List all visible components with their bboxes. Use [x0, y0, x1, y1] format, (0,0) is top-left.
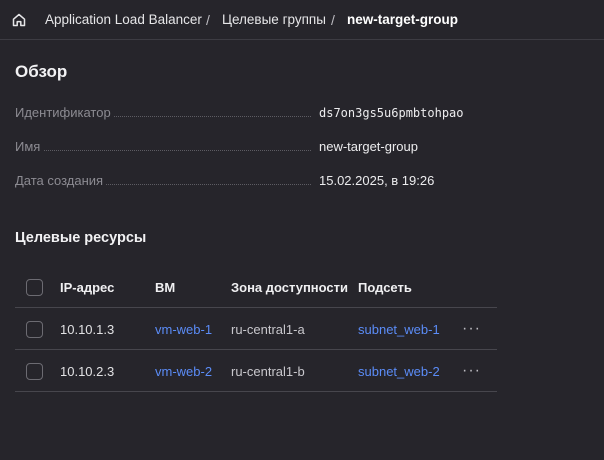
more-icon[interactable]: ···: [462, 321, 481, 337]
table-header-row: IP-адрес ВМ Зона доступности Подсеть: [15, 266, 497, 308]
property-value-created: 15.02.2025, в 19:26: [319, 173, 435, 188]
home-icon[interactable]: [10, 11, 28, 29]
breadcrumb-current: new-target-group: [347, 12, 458, 27]
column-header-zone[interactable]: Зона доступности: [231, 266, 348, 308]
dotted-leader: [15, 150, 311, 151]
column-header-vm[interactable]: ВМ: [155, 266, 175, 308]
table-row: 10.10.1.3 vm-web-1 ru-central1-a subnet_…: [15, 308, 497, 350]
row-checkbox[interactable]: [26, 320, 43, 338]
row-checkbox[interactable]: [26, 362, 43, 380]
header-bar: Application Load Balancer / Целевые груп…: [0, 0, 604, 40]
property-value-id: ds7on3gs5u6pmbtohpao: [319, 106, 464, 120]
property-row-created: Дата создания: [15, 172, 315, 190]
column-header-subnet[interactable]: Подсеть: [358, 266, 412, 308]
cell-vm-link[interactable]: vm-web-1: [155, 308, 212, 350]
cell-subnet-link[interactable]: subnet_web-2: [358, 350, 440, 392]
cell-zone: ru-central1-a: [231, 321, 305, 337]
table-row: 10.10.2.3 vm-web-2 ru-central1-b subnet_…: [15, 350, 497, 392]
cell-ip: 10.10.1.3: [60, 321, 115, 337]
breadcrumb-separator: /: [206, 12, 210, 28]
property-label: Идентификатор: [15, 104, 114, 122]
breadcrumb-target-groups[interactable]: Целевые группы: [222, 11, 326, 29]
cell-zone: ru-central1-b: [231, 363, 305, 379]
property-row-id: Идентификатор: [15, 104, 315, 122]
cell-subnet-link[interactable]: subnet_web-1: [358, 308, 440, 350]
resources-title: Целевые ресурсы: [15, 230, 147, 246]
more-icon[interactable]: ···: [462, 363, 481, 379]
cell-ip: 10.10.2.3: [60, 363, 115, 379]
property-value-name: new-target-group: [319, 139, 418, 154]
resources-table: IP-адрес ВМ Зона доступности Подсеть 10.…: [15, 266, 497, 392]
breadcrumb-alb[interactable]: Application Load Balancer: [45, 11, 202, 29]
property-label: Дата создания: [15, 172, 107, 190]
breadcrumb-separator: /: [331, 12, 335, 28]
overview-title: Обзор: [15, 62, 68, 81]
cell-vm-link[interactable]: vm-web-2: [155, 350, 212, 392]
column-header-ip[interactable]: IP-адрес: [60, 266, 114, 308]
select-all-checkbox[interactable]: [26, 278, 43, 296]
property-label: Имя: [15, 138, 44, 156]
property-row-name: Имя: [15, 138, 315, 156]
